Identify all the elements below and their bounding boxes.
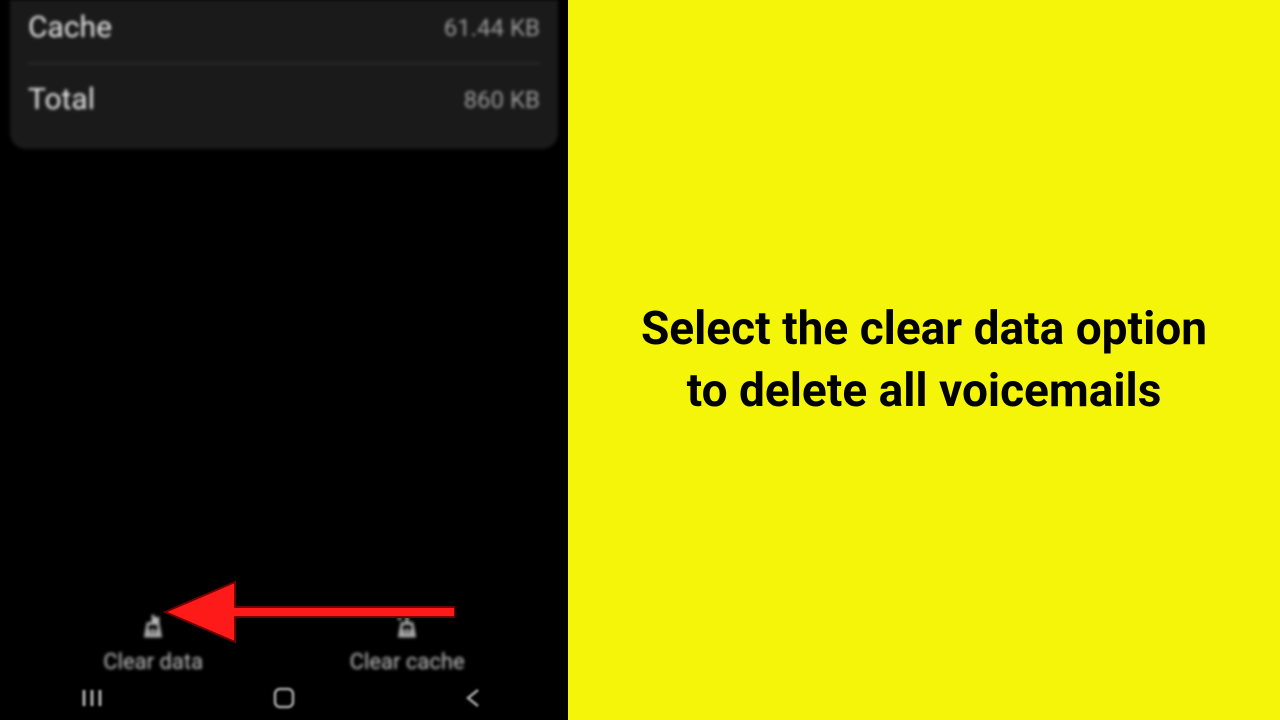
- storage-card: Cache 61.44 KB Total 860 KB: [10, 0, 558, 149]
- cache-row[interactable]: Cache 61.44 KB: [28, 0, 540, 63]
- total-value: 860 KB: [464, 86, 540, 114]
- recents-nav-icon[interactable]: [73, 684, 117, 712]
- cache-label: Cache: [28, 10, 112, 45]
- android-nav-bar: [0, 676, 568, 720]
- instruction-text: Select the clear data option to delete a…: [628, 298, 1220, 422]
- annotation-arrow: [155, 572, 455, 652]
- total-label: Total: [28, 82, 95, 117]
- clear-data-label: Clear data: [103, 650, 203, 675]
- clear-cache-label: Clear cache: [350, 650, 465, 675]
- instruction-panel: Select the clear data option to delete a…: [568, 0, 1280, 720]
- home-nav-icon[interactable]: [262, 684, 306, 712]
- back-nav-icon[interactable]: [451, 684, 495, 712]
- total-row: Total 860 KB: [28, 64, 540, 135]
- phone-screenshot: Cache 61.44 KB Total 860 KB Clear data: [0, 0, 568, 720]
- cache-value: 61.44 KB: [444, 14, 540, 42]
